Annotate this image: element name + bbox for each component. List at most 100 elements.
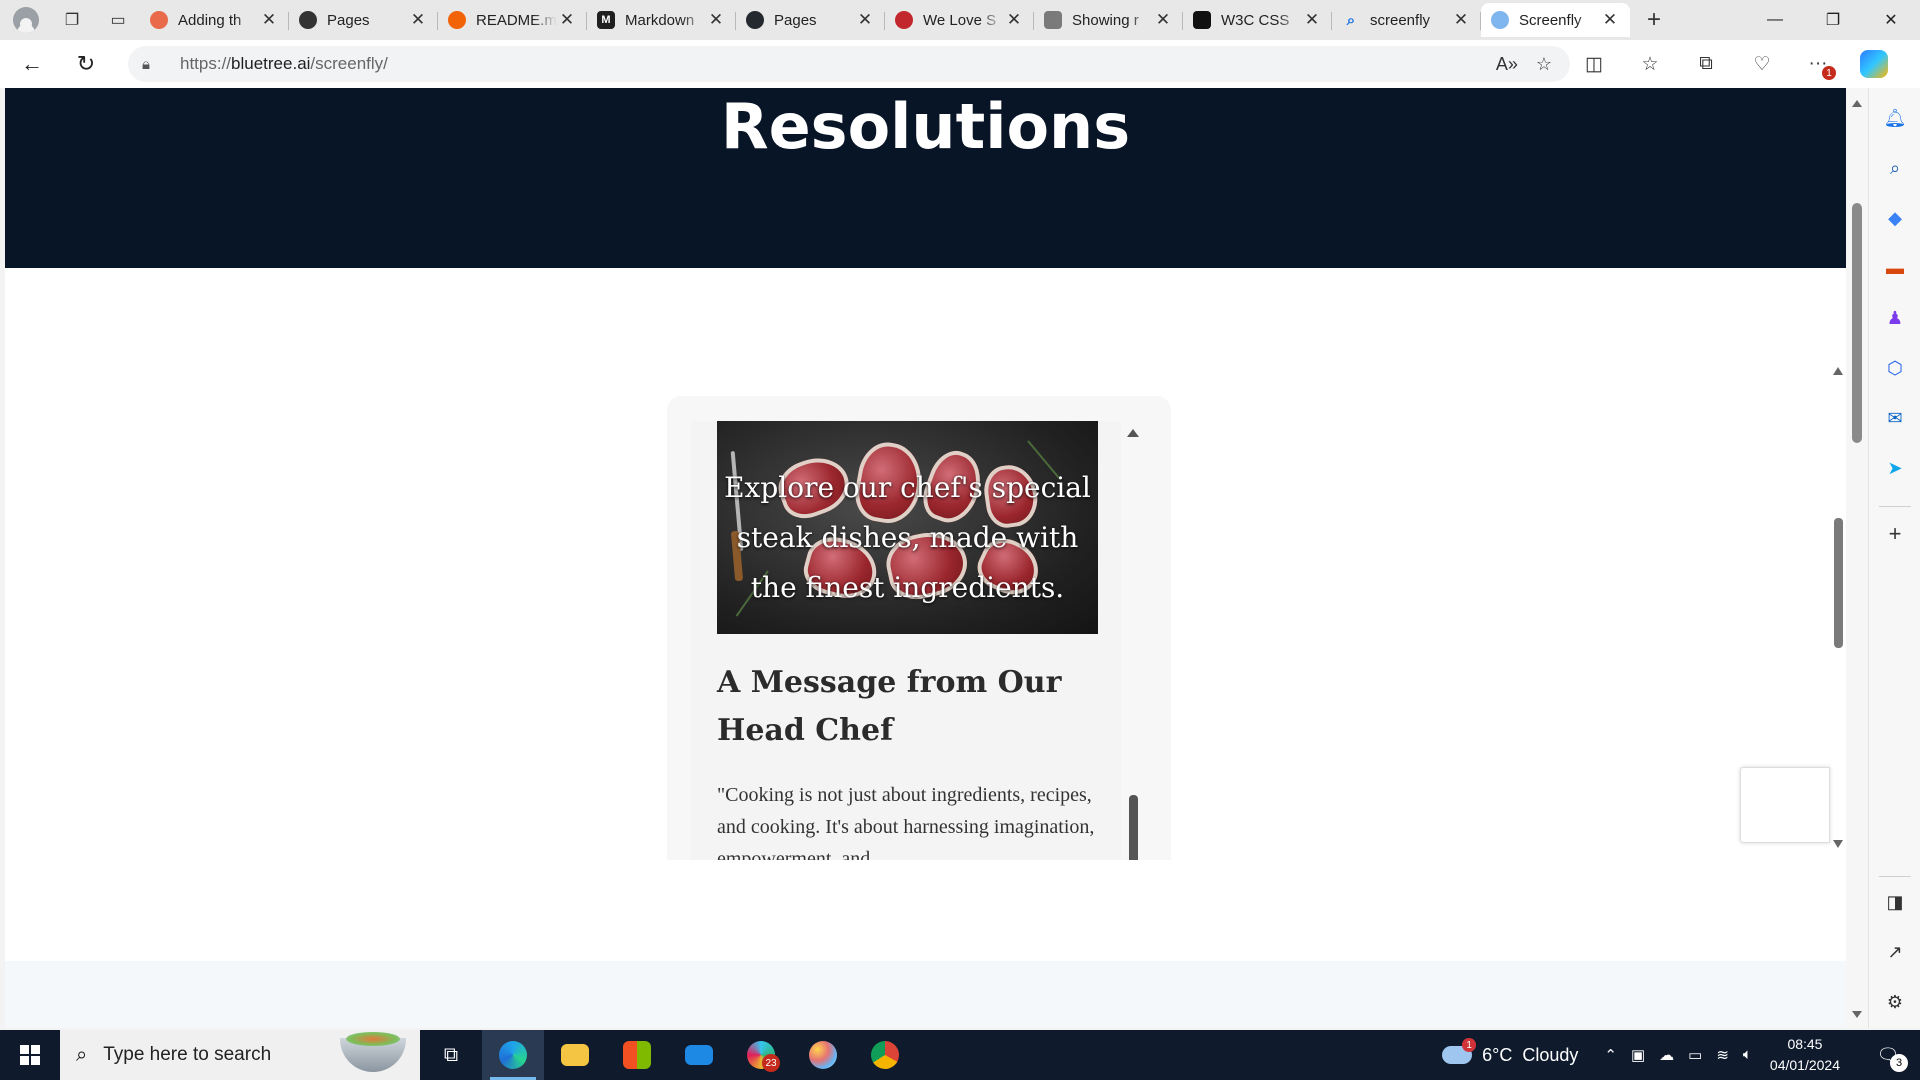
tab-close-icon[interactable]: ✕: [1302, 10, 1322, 30]
favorite-star-icon[interactable]: ☆: [1536, 54, 1552, 75]
page-scrollbar[interactable]: [1846, 88, 1868, 1028]
tab-3[interactable]: M Markdown ✕: [587, 3, 736, 37]
weather-widget[interactable]: 1 6°C Cloudy: [1442, 1038, 1578, 1066]
microsoft-365-icon[interactable]: ⬡: [1879, 352, 1911, 384]
windows-logo-icon: [20, 1045, 40, 1065]
shopping-tag-icon[interactable]: ◆: [1879, 202, 1911, 234]
tab-0[interactable]: Adding th ✕: [140, 3, 289, 37]
tab-close-icon[interactable]: ✕: [259, 10, 279, 30]
tab-5[interactable]: We Love S ✕: [885, 3, 1034, 37]
tab-8[interactable]: ⌕ screenfly ✕: [1332, 3, 1481, 37]
preview-scrollbar[interactable]: [1121, 421, 1145, 860]
read-aloud-icon[interactable]: A»: [1496, 54, 1518, 75]
onedrive-cloud-icon[interactable]: ☁: [1659, 1046, 1674, 1064]
close-icon[interactable]: ✕: [1862, 0, 1920, 40]
profile-button[interactable]: [8, 4, 44, 36]
tab-strip: ❐ ▭ Adding th ✕ Pages ✕ README.m ✕ M Mar…: [0, 0, 1920, 40]
clock[interactable]: 08:45 04/01/2024: [1770, 1034, 1840, 1076]
w3c-icon: [1193, 11, 1211, 29]
split-screen-icon[interactable]: ◫: [1578, 48, 1610, 80]
url-scheme: https://: [180, 54, 232, 73]
refresh-icon[interactable]: ↻: [66, 46, 106, 82]
scroll-down-arrow-icon[interactable]: [1852, 1011, 1862, 1018]
notifications-icon[interactable]: 🗨︎ 3: [1866, 1045, 1910, 1072]
tab-close-icon[interactable]: ✕: [408, 10, 428, 30]
task-view-icon[interactable]: ⧉: [420, 1030, 482, 1080]
tab-7[interactable]: W3C CSS ✕: [1183, 3, 1332, 37]
tab-4[interactable]: Pages ✕: [736, 3, 885, 37]
drop-send-icon[interactable]: ➤: [1879, 452, 1911, 484]
tab-favicon-icon: [150, 11, 168, 29]
mail-icon[interactable]: [668, 1030, 730, 1080]
frame-scroll-up-icon[interactable]: [1833, 367, 1843, 375]
battery-icon[interactable]: ▭: [1688, 1046, 1702, 1064]
search-placeholder: Type here to search: [103, 1044, 272, 1065]
address-bar[interactable]: 🔒︎ https://bluetree.ai/screenfly/ A» ☆: [128, 46, 1570, 82]
add-sidebar-app-icon[interactable]: +: [1879, 518, 1911, 550]
sidebar-settings-icon[interactable]: ⚙: [1879, 986, 1911, 1018]
tab-1[interactable]: Pages ✕: [289, 3, 438, 37]
tab-close-icon[interactable]: ✕: [557, 10, 577, 30]
vertical-tabs-icon[interactable]: ▭: [100, 4, 136, 36]
hero-banner: Resolutions: [5, 88, 1846, 268]
tab-close-icon[interactable]: ✕: [1451, 10, 1471, 30]
edge-app-icon[interactable]: [482, 1030, 544, 1080]
web-viewport: Resolutions g y Explore our chef's speci…: [5, 88, 1846, 1028]
wifi-icon[interactable]: ≋: [1716, 1046, 1729, 1064]
favorites-icon[interactable]: ☆: [1634, 48, 1666, 80]
search-icon: ⌕: [76, 1043, 88, 1066]
clock-date: 04/01/2024: [1769, 1057, 1840, 1073]
tab-close-icon[interactable]: ✕: [1004, 10, 1024, 30]
tab-title: Pages: [774, 11, 817, 29]
message-heading: A Message from Our Head Chef: [717, 665, 1062, 748]
tab-9-active[interactable]: Screenfly ✕: [1481, 3, 1630, 37]
edge-sidebar: 🔔︎ ⌕ ◆ ▬ ♟ ⬡ ✉ ➤ + ◨ ↗ ⚙: [1868, 88, 1920, 1028]
tab-close-icon[interactable]: ✕: [1153, 10, 1173, 30]
slack-icon[interactable]: 23: [730, 1030, 792, 1080]
tab-6[interactable]: Showing r ✕: [1034, 3, 1183, 37]
tab-list: Adding th ✕ Pages ✕ README.m ✕ M Markdow…: [140, 3, 1630, 37]
gnu-icon: [1044, 11, 1062, 29]
bell-icon[interactable]: 🔔︎: [1879, 102, 1911, 134]
workspaces-icon[interactable]: ❐: [54, 4, 90, 36]
paint-icon[interactable]: [792, 1030, 854, 1080]
file-explorer-icon[interactable]: [544, 1030, 606, 1080]
minimize-icon[interactable]: —: [1746, 0, 1804, 40]
frame-scroll-thumb[interactable]: [1834, 518, 1843, 648]
chef-quote: "Cooking is not just about ingredients, …: [717, 784, 1095, 860]
search-icon[interactable]: ⌕: [1879, 152, 1911, 184]
taskbar-search[interactable]: ⌕ Type here to search: [60, 1030, 420, 1080]
tab-2[interactable]: README.m ✕: [438, 3, 587, 37]
meet-now-icon[interactable]: ▣: [1631, 1046, 1645, 1064]
lips-icon: [895, 11, 913, 29]
open-external-icon[interactable]: ↗: [1879, 936, 1911, 968]
outlook-icon[interactable]: ✉: [1879, 402, 1911, 434]
restore-icon[interactable]: ❐: [1804, 0, 1862, 40]
new-tab-button[interactable]: +: [1636, 4, 1672, 36]
scroll-thumb[interactable]: [1852, 203, 1862, 443]
recaptcha-widget[interactable]: [1740, 767, 1830, 843]
scroll-up-arrow-icon[interactable]: [1852, 100, 1862, 107]
back-icon[interactable]: ←: [12, 46, 52, 82]
settings-more-icon[interactable]: ··· 1: [1802, 48, 1836, 80]
microsoft-store-icon[interactable]: [606, 1030, 668, 1080]
scroll-up-arrow-icon[interactable]: [1127, 429, 1139, 437]
games-icon[interactable]: ♟: [1879, 302, 1911, 334]
collections-icon[interactable]: ⧉: [1690, 48, 1722, 80]
hide-sidebar-icon[interactable]: ◨: [1879, 886, 1911, 918]
tab-close-icon[interactable]: ✕: [1600, 10, 1620, 30]
speaker-icon[interactable]: 🔈︎: [1743, 1046, 1752, 1064]
start-button[interactable]: [0, 1030, 60, 1080]
weather-temp: 6°C: [1482, 1044, 1513, 1065]
chrome-icon[interactable]: [854, 1030, 916, 1080]
scroll-thumb[interactable]: [1129, 795, 1138, 860]
chevron-up-icon[interactable]: ⌃: [1604, 1046, 1617, 1064]
tab-close-icon[interactable]: ✕: [855, 10, 875, 30]
tab-close-icon[interactable]: ✕: [706, 10, 726, 30]
frame-scroll-down-icon[interactable]: [1833, 840, 1843, 848]
tab-title: Markdown: [625, 11, 695, 29]
browser-essentials-icon[interactable]: ♡: [1746, 48, 1778, 80]
copilot-icon[interactable]: [1858, 48, 1890, 80]
screenfly-icon: [1491, 11, 1509, 29]
tools-briefcase-icon[interactable]: ▬: [1879, 252, 1911, 284]
